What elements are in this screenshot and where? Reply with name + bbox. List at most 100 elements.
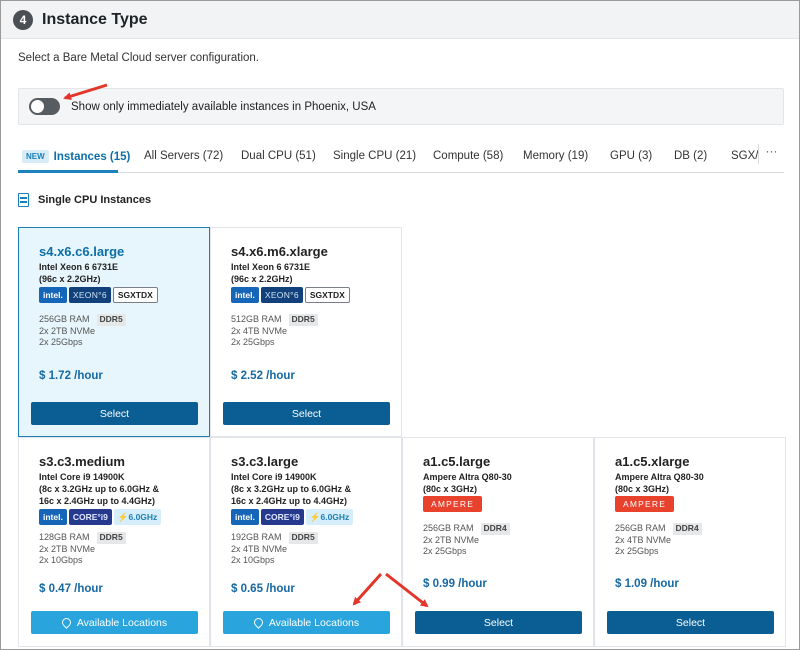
cpu-badges: intel. XEON°6 SGXTDX [231, 287, 350, 303]
instance-card[interactable]: a1.c5.large Ampere Altra Q80-30 (80c x 3… [402, 437, 594, 647]
cores-line: (80c x 3GHz) [615, 484, 670, 494]
ddr-badge: DDR5 [288, 532, 318, 544]
ampere-logo: AMPERE [615, 496, 675, 512]
ddr-badge: DDR5 [96, 314, 126, 326]
more-tabs-button[interactable]: ··· [758, 144, 784, 164]
step-number: 4 [13, 9, 33, 30]
network: 2x 10Gbps [231, 555, 275, 565]
cpu-badges: intel. XEON°6 SGXTDX [39, 287, 158, 303]
cpu-cores: (80c x 3GHz) [423, 484, 477, 496]
intel-logo: intel. [231, 509, 259, 525]
intel-logo: intel. [231, 287, 259, 303]
cores-line: (8c x 3.2GHz up to 6.0GHz & [231, 484, 352, 494]
section-subtitle: Select a Bare Metal Cloud server configu… [18, 52, 259, 64]
instance-card[interactable]: s3.c3.medium Intel Core i9 14900K (8c x … [18, 437, 210, 647]
storage: 2x 4TB NVMe [231, 543, 288, 554]
section-heading-label: Single CPU Instances [38, 194, 152, 206]
instance-specs: 256GB RAM DDR4 2x 4TB NVMe 2x 25Gbps [615, 523, 702, 558]
available-locations-button[interactable]: Available Locations [223, 611, 390, 634]
network: 2x 10Gbps [39, 555, 83, 565]
xeon-logo: XEON°6 [68, 287, 111, 303]
instance-card[interactable]: s3.c3.large Intel Core i9 14900K (8c x 3… [210, 437, 402, 647]
instance-price: $ 0.65 /hour [231, 583, 295, 595]
ddr-badge: DDR5 [288, 314, 318, 326]
cores-line: (96c x 2.2GHz) [231, 274, 293, 284]
tab-dual-cpu[interactable]: Dual CPU (51) [241, 150, 316, 162]
intel-logo: intel. [39, 287, 67, 303]
cpu-model: Ampere Altra Q80-30 [423, 472, 512, 482]
storage: 2x 2TB NVMe [39, 325, 96, 336]
instance-price: $ 2.52 /hour [231, 370, 295, 382]
tab-instances[interactable]: NEW Instances (15) [22, 150, 130, 163]
instance-name: s4.x6.c6.large [39, 244, 125, 259]
cores-line: (80c x 3GHz) [423, 484, 478, 494]
tab-all-servers[interactable]: All Servers (72) [144, 150, 223, 162]
instance-specs: 256GB RAM DDR5 2x 2TB NVMe 2x 25Gbps [39, 314, 126, 349]
location-pin-icon [251, 616, 265, 629]
sgxtdx-badge: SGXTDX [304, 287, 350, 303]
cpu-model: Intel Xeon 6 6731E [231, 262, 311, 272]
availability-toggle[interactable] [29, 98, 60, 115]
network: 2x 25Gbps [423, 546, 467, 556]
cpu-model: Intel Core i9 14900K [39, 472, 125, 482]
boost-speed-badge: ⚡6.0GHz [305, 509, 354, 525]
instance-price: $ 1.72 /hour [39, 370, 103, 382]
ram: 192GB RAM [231, 532, 282, 542]
page-frame: 4 Instance Type Select a Bare Metal Clou… [0, 0, 800, 650]
xeon-logo: XEON°6 [260, 287, 303, 303]
cpu-badges: intel. CORE°i9 ⚡6.0GHz [39, 509, 162, 525]
cpu-cores: (8c x 3.2GHz up to 6.0GHz & 16c x 2.4GHz… [39, 484, 159, 507]
select-button[interactable]: Select [607, 611, 774, 634]
instance-card[interactable]: a1.c5.xlarge Ampere Altra Q80-30 (80c x … [594, 437, 786, 647]
available-locations-button[interactable]: Available Locations [31, 611, 198, 634]
tab-sgx[interactable]: SGX/ [731, 150, 758, 162]
availability-toggle-label: Show only immediately available instance… [71, 100, 376, 113]
tab-single-cpu[interactable]: Single CPU (21) [333, 150, 416, 162]
tab-db[interactable]: DB (2) [674, 150, 707, 162]
cores-line: (96c x 2.2GHz) [39, 274, 101, 284]
tab-memory[interactable]: Memory (19) [523, 150, 588, 162]
tab-label: Instances (15) [53, 151, 131, 163]
cpu-model: Intel Xeon 6 6731E [39, 262, 119, 272]
instance-specs: 192GB RAM DDR5 2x 4TB NVMe 2x 10Gbps [231, 532, 318, 567]
section-title: Instance Type [42, 10, 148, 28]
cpu-model: Ampere Altra Q80-30 [615, 472, 704, 482]
boost-speed-badge: ⚡6.0GHz [113, 509, 162, 525]
select-button[interactable]: Select [415, 611, 582, 634]
location-pin-icon [59, 616, 73, 629]
network: 2x 25Gbps [39, 337, 83, 347]
instance-name: a1.c5.xlarge [615, 454, 690, 469]
tab-gpu[interactable]: GPU (3) [610, 150, 652, 162]
select-button[interactable]: Select [223, 402, 390, 425]
cpu-cores: (8c x 3.2GHz up to 6.0GHz & 16c x 2.4GHz… [231, 484, 351, 507]
ddr-badge: DDR5 [96, 532, 126, 544]
cpu-cores: (80c x 3GHz) [615, 484, 669, 496]
instance-price: $ 1.09 /hour [615, 578, 679, 590]
instance-card[interactable]: s4.x6.c6.large Intel Xeon 6 6731E (96c x… [18, 227, 210, 437]
section-header: 4 Instance Type [1, 1, 799, 39]
instance-card[interactable]: s4.x6.m6.xlarge Intel Xeon 6 6731E (96c … [210, 227, 402, 437]
instance-price: $ 0.47 /hour [39, 583, 103, 595]
cpu-cores: (96c x 2.2GHz) [39, 274, 101, 286]
instance-specs: 256GB RAM DDR4 2x 2TB NVMe 2x 25Gbps [423, 523, 510, 558]
instance-name: s4.x6.m6.xlarge [231, 244, 328, 259]
select-button[interactable]: Select [31, 402, 198, 425]
instance-price: $ 0.99 /hour [423, 578, 487, 590]
ddr-badge: DDR4 [672, 523, 702, 535]
cpu-model: Intel Core i9 14900K [231, 472, 317, 482]
server-icon [18, 193, 29, 207]
ram: 256GB RAM [615, 523, 666, 533]
instance-tabs: NEW Instances (15) All Servers (72) Dual … [18, 142, 784, 173]
instance-specs: 512GB RAM DDR5 2x 4TB NVMe 2x 25Gbps [231, 314, 318, 349]
storage: 2x 4TB NVMe [615, 534, 672, 545]
active-tab-indicator [18, 170, 118, 173]
network: 2x 25Gbps [615, 546, 659, 556]
ram: 512GB RAM [231, 314, 282, 324]
cpu-badges: intel. CORE°i9 ⚡6.0GHz [231, 509, 354, 525]
availability-filter: Show only immediately available instance… [18, 88, 784, 125]
core-i9-logo: CORE°i9 [260, 509, 304, 525]
core-i9-logo: CORE°i9 [68, 509, 112, 525]
ram: 256GB RAM [423, 523, 474, 533]
tab-compute[interactable]: Compute (58) [433, 150, 503, 162]
network: 2x 25Gbps [231, 337, 275, 347]
